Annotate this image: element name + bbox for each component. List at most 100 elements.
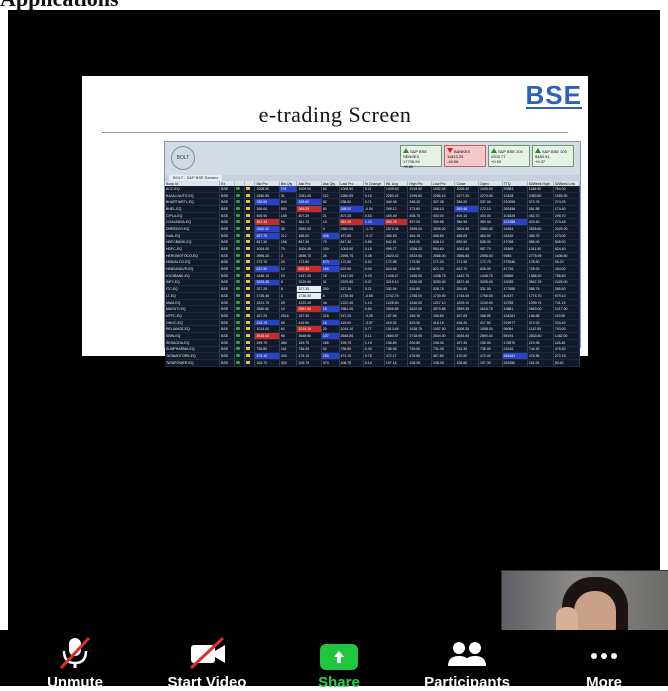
index-ticker-3[interactable]: S&P BSE 100 5483.51 +0.37 [532,145,574,167]
table-cell: 3 [279,292,298,300]
table-cell: 272.15 [553,352,581,360]
table-cell: HINDUNILVR-EQ [165,265,221,273]
table-row[interactable]: BAJAJ-AUTO-EQ BSE 2280.55 31 2281.00 112 2280.… [165,192,581,200]
table-row[interactable]: LT-EQ BSE 1735.40 3 1736.50 6 1735.45 -0.55 1742… [165,292,581,300]
table-cell: 1217.10 [431,299,456,307]
table-cell: 1299.75 [527,299,554,307]
table-cell: 265.60 [553,285,581,293]
table-cell: 2595.25 [254,252,280,260]
table-cell: 2690.00 [478,332,503,340]
table-cell: 218 [321,312,340,320]
table-cell: 212 [279,232,298,240]
table-cell: 3230.95 [407,279,432,287]
table-row[interactable]: ICICIBANK-EQ BSE 1446.10 10 1447.00 18 1447.00… [165,272,581,280]
start-video-button[interactable]: Start Video [152,630,262,691]
table-cell: 628.90 [407,265,432,273]
index-ticker-2[interactable]: S&P BSE 200 2203.77 +0.93 [488,145,530,167]
table-row[interactable]: ONGC-EQ BSE 415.75 65 415.90 16 415.90 -0.57 419… [165,319,581,327]
table-cell: BSE [219,218,236,227]
table-cell: 96 [279,332,298,340]
table-cell: 0.29 [363,272,385,280]
table-row[interactable]: DRREDDY-EQ BSE 2560.00 35 2562.00 9 2560.00 -1.… [165,225,581,233]
table-row[interactable]: MARUTI-EQ BSE 2580.50 19 2581.00 15 2581.00 0.8… [165,305,581,314]
slide-divider [102,132,568,133]
table-cell: 199.70 [254,339,280,347]
table-cell: 157.30 [296,312,322,320]
table-row[interactable]: SBIN-EQ BSE 2648.00 96 2648.60 107 2648.55 0.11… [165,332,581,340]
table-row[interactable]: HDFC-EQ BSE 1004.00 70 1004.45 100 1004.00 0.15… [165,245,581,253]
unmute-button[interactable]: Unmute [20,630,130,691]
table-cell: 199.75 [339,339,364,347]
table-row[interactable]: ITC-EQ BSE 327.25 8 327.35 200 327.35 0.21 332.9… [165,285,581,293]
table-row[interactable]: RELIANCE-EQ BSE 1014.00 60 1014.10 20 1014.10 0… [165,325,581,334]
table-cell: 172.70 [254,259,280,267]
table-cell: 370 [321,359,340,367]
table-row[interactable]: HINDALCO-EQ BSE 172.70 20 172.80 573 172.80 0.5… [165,259,581,267]
table-row[interactable]: COALINDIA-EQ BSE 361.35 54 361.70 13 361.35 1.2… [165,218,581,227]
table-cell: 2581.00 [339,305,364,314]
table-cell: 2660.97 [384,332,409,340]
table-cell: 210059 [502,198,528,207]
status-toggle-icon [236,253,241,257]
table-cell: 3 [279,252,298,260]
index-ticker-1[interactable]: BANKEX 11813.25 -18.08 [444,145,486,167]
table-row[interactable]: SESAGOA-EQ BSE 199.70 484 199.75 286 199.75 1.1… [165,339,581,347]
table-cell: 2580.00 [478,225,503,233]
share-button[interactable]: Share [284,630,394,691]
table-cell: 1222.40 [296,299,322,307]
table-row[interactable]: INFY-EQ BSE 3229.35 5 3229.50 31 3229.50 0.07 32… [165,279,581,287]
table-row[interactable]: TATAMOTORS-EQ BSE 474.10 400 474.15 250 474.15… [165,352,581,360]
table-cell: 326.75 [431,285,456,293]
table-cell: 121388 [502,218,528,227]
table-row[interactable]: BHARTIARTL-EQ BSE 338.55 840 338.60 52 338.60 0… [165,198,581,207]
table-row[interactable]: HEROMOTOCO-EQ BSE 2595.25 3 2596.70 26 2596.75… [165,252,581,260]
table-cell: 172.88 [384,259,409,267]
table-cell: 171.20 [431,259,456,267]
table-cell: 1018.75 [407,325,432,334]
table-cell: 407.25 [339,212,364,220]
flag-icon [246,206,251,210]
column-header[interactable]: 52Week High [527,181,554,186]
table-cell: 269.12 [384,205,409,213]
table-cell: 735.94 [384,346,409,354]
table-cell-icon [234,346,246,354]
table-cell: 2299.80 [407,192,432,200]
index-ticker-0[interactable]: S&P BSE SENSEX 17735.94 +5.80 [400,145,442,169]
table-cell: M&M-EQ [165,299,221,307]
table-cell: BSE [219,252,236,260]
table-cell: 2581.00 [296,305,322,314]
table-cell: 984.60 [431,245,456,253]
table-cell: 464.00 [478,232,503,240]
status-toggle-icon [236,200,241,204]
flag-icon [246,226,251,230]
table-row[interactable]: HINDUNILVR-EQ BSE 622.90 13 622.95 166 622.95 0… [165,265,581,273]
flag-icon [246,200,251,204]
table-row[interactable]: CIPLA-EQ BSE 406.90 185 407.25 21 407.25 0.53 40… [165,212,581,220]
table-cell: NTPC-EQ [165,312,221,320]
table-cell: BHEL-EQ [165,205,221,213]
more-button[interactable]: More [549,630,659,691]
table-row[interactable]: NTPC-EQ BSE 157.25 2516 157.30 218 157.25 -0.25… [165,312,581,320]
table-cell: 60 [321,205,340,213]
table-row[interactable]: M&M-EQ BSE 1221.75 25 1222.40 46 1222.40 1.10 12… [165,299,581,307]
status-toggle-icon [236,313,241,317]
participants-button[interactable]: Participants [412,630,522,691]
table-cell: 3229.50 [296,279,322,287]
table-row[interactable]: HDFCBANK-EQ BSE 847.30 156 847.35 70 847.30 0.8… [165,239,581,247]
table-row[interactable]: TATAPOWER-EQ BSE 106.70 300 106.75 370 106.75 0… [165,359,581,367]
table-cell: 1455.00 [407,272,432,280]
table-cell: 2622.00 [407,305,432,314]
table-row[interactable]: GAIL-EQ BSE 457.75 212 458.00 448 457.85 -0.17 4… [165,232,581,240]
table-cell: 65 [279,319,298,327]
table-row[interactable]: SUNPHARMA-EQ BSE 736.80 161 736.95 52 736.85 0.… [165,346,581,354]
table-cell: 21616 [502,346,528,354]
table-cell: 622.20 [431,265,456,273]
table-cell: 2616.75 [478,305,503,314]
status-toggle-icon [236,267,241,271]
table-cell-icon [234,192,246,200]
table-cell: 1004.00 [254,245,280,253]
table-cell: 1736.50 [296,292,322,300]
table-cell-icon [234,299,246,307]
table-row[interactable]: BHEL-EQ BSE 268.00 500 268.05 60 268.00 -0.54 26… [165,205,581,213]
table-cell-icon [244,319,256,327]
